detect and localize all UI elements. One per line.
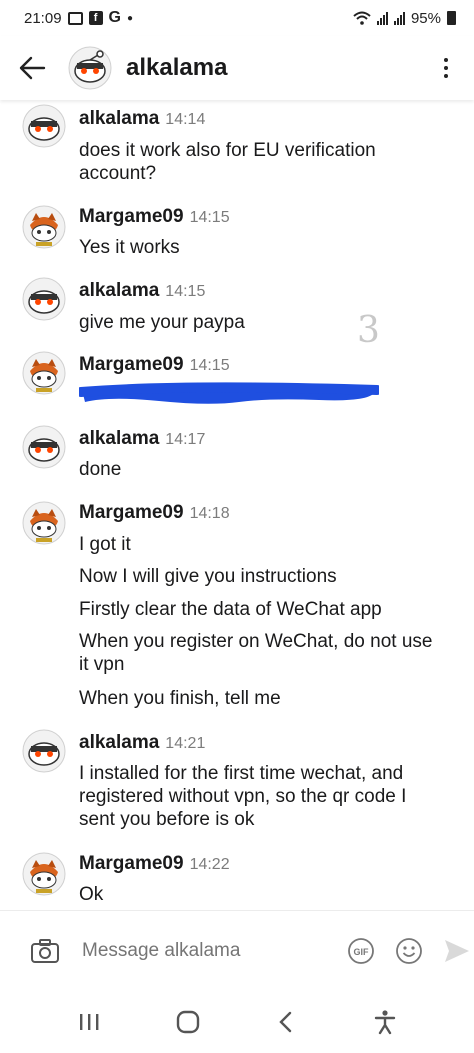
status-time: 21:09: [24, 9, 62, 27]
system-navigation-bar: [0, 990, 474, 1053]
message-author[interactable]: Margame09: [79, 853, 184, 875]
message-text: When you finish, tell me: [79, 688, 281, 709]
status-bar: 21:09 f G ● 95%: [0, 0, 474, 36]
message-author[interactable]: alkalama: [79, 428, 159, 450]
wifi-icon: [353, 11, 371, 25]
signal-icon: [376, 11, 388, 25]
emoji-button[interactable]: [395, 933, 423, 969]
chevron-left-icon: [279, 1011, 292, 1032]
message-text: Yes it works: [79, 237, 180, 258]
snoo-avatar[interactable]: [68, 46, 112, 90]
message-author[interactable]: alkalama: [79, 732, 159, 754]
page-title: alkalama: [126, 54, 228, 81]
redaction-scribble: [79, 382, 379, 404]
home-button[interactable]: [158, 997, 218, 1047]
cat-avatar[interactable]: [22, 351, 66, 395]
send-icon: [445, 939, 469, 962]
message-text: registered without vpn, so the qr code I: [79, 786, 407, 807]
snoo-avatar[interactable]: [22, 104, 66, 148]
message-text: I got it: [79, 534, 131, 555]
message-time: 14:15: [189, 357, 230, 374]
google-icon: G: [108, 9, 121, 26]
message-list[interactable]: alkalama 14:14 does it work also for EU …: [0, 100, 474, 910]
message-time: 14:21: [165, 735, 206, 752]
message-input[interactable]: [82, 939, 327, 962]
message-text: Firstly clear the data of WeChat app: [79, 599, 382, 620]
message-text: give me your paypa: [79, 312, 245, 333]
gallery-icon: [67, 11, 83, 25]
accessibility-icon: [374, 1009, 395, 1034]
message-author[interactable]: Margame09: [79, 502, 184, 524]
battery-icon: [447, 11, 456, 25]
smiley-icon: [396, 937, 422, 964]
message-time: 14:15: [165, 283, 206, 300]
message-text: Ok: [79, 884, 104, 905]
message-text: I installed for the first time wechat, a…: [79, 763, 404, 784]
message-author[interactable]: alkalama: [79, 280, 159, 302]
annotation-number: 3: [357, 310, 380, 351]
message-text: Now I will give you instructions: [79, 566, 337, 587]
message-author[interactable]: alkalama: [79, 108, 159, 130]
arrow-left-icon: [19, 56, 46, 80]
accessibility-button[interactable]: [355, 997, 415, 1047]
signal-icon: [393, 11, 405, 25]
snoo-avatar[interactable]: [22, 729, 66, 773]
message-text: it vpn: [79, 654, 125, 675]
battery-percent: 95%: [410, 9, 441, 27]
message-text: done: [79, 459, 122, 480]
back-nav-button[interactable]: [256, 997, 316, 1047]
message-author[interactable]: Margame09: [79, 354, 184, 376]
gif-button[interactable]: GIF: [347, 933, 375, 969]
back-button[interactable]: [16, 52, 48, 84]
message-time: 14:14: [165, 111, 206, 128]
message-time: 14:15: [189, 209, 230, 226]
camera-button[interactable]: [30, 934, 60, 968]
facebook-icon: f: [88, 11, 103, 25]
chat-header: alkalama: [0, 36, 474, 100]
gif-label: GIF: [354, 947, 370, 957]
message-text: sent you before is ok: [79, 809, 255, 830]
dot-icon: ●: [127, 12, 134, 24]
message-text: does it work also for EU verification: [79, 140, 376, 161]
message-text: account?: [79, 163, 157, 184]
message-composer: GIF: [0, 910, 474, 990]
message-time: 14:22: [189, 856, 230, 873]
recent-apps-icon: [80, 1013, 99, 1030]
cat-avatar[interactable]: [22, 205, 66, 249]
send-button[interactable]: [443, 933, 471, 969]
message-author[interactable]: Margame09: [79, 206, 184, 228]
home-icon: [176, 1010, 199, 1033]
snoo-avatar[interactable]: [22, 277, 66, 321]
cat-avatar[interactable]: [22, 852, 66, 896]
recent-apps-button[interactable]: [59, 997, 119, 1047]
message-time: 14:17: [165, 431, 206, 448]
message-text: When you register on WeChat, do not use: [79, 631, 433, 652]
snoo-avatar[interactable]: [22, 425, 66, 469]
cat-avatar[interactable]: [22, 501, 66, 545]
kebab-menu-icon[interactable]: [434, 52, 458, 84]
camera-icon: [31, 938, 59, 963]
message-time: 14:18: [189, 505, 230, 522]
gif-icon: GIF: [348, 937, 374, 964]
